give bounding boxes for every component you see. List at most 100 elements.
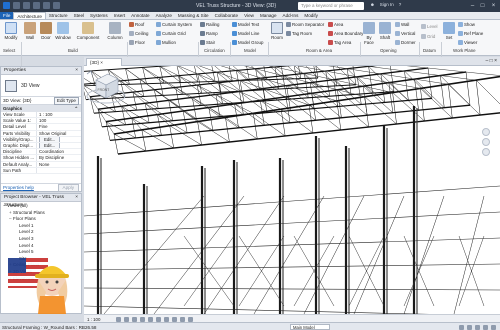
pan-icon[interactable] <box>482 148 490 156</box>
edit-type-button[interactable]: Edit Type <box>53 96 79 105</box>
active-model-dropdown[interactable]: Main Model <box>290 324 330 330</box>
filter-icon[interactable] <box>491 324 496 330</box>
undo-icon[interactable] <box>33 2 40 9</box>
property-value[interactable]: Edit... <box>37 136 81 142</box>
tab-annotate[interactable]: Annotate <box>128 12 152 19</box>
wall-button[interactable]: Wall <box>23 22 37 40</box>
property-value[interactable]: 1 : 100 <box>37 112 81 117</box>
window-button[interactable]: Window <box>54 22 72 40</box>
reveal-hidden-icon[interactable] <box>188 316 193 322</box>
show-crop-icon[interactable] <box>164 316 169 322</box>
browser-node[interactable]: Level 4 <box>1 243 81 250</box>
worksets-icon[interactable] <box>459 324 464 330</box>
tab-steel[interactable]: Steel <box>71 12 87 19</box>
column-button[interactable]: Column <box>106 22 124 40</box>
zoom-icon[interactable] <box>482 138 490 146</box>
visual-style-icon[interactable] <box>124 316 129 322</box>
select-links-icon[interactable] <box>475 324 480 330</box>
model-line-button[interactable]: Model Line <box>232 31 259 36</box>
shaft-button[interactable]: Shaft <box>378 22 392 40</box>
tab-manage[interactable]: Manage <box>257 12 280 19</box>
view-window-controls[interactable]: – □ × <box>486 58 498 64</box>
vertical-opening-button[interactable]: Vertical <box>395 31 415 36</box>
tab-insert[interactable]: Insert <box>111 12 129 19</box>
crop-view-icon[interactable] <box>156 316 161 322</box>
stair-button[interactable]: Stair <box>200 40 215 45</box>
floor-button[interactable]: Floor <box>129 40 145 45</box>
close-icon[interactable]: × <box>75 194 78 202</box>
tab-architecture[interactable]: Architecture <box>13 12 46 19</box>
view-selector[interactable]: 3D View: {3D} <box>3 98 32 103</box>
railing-button[interactable]: Railing <box>200 22 219 27</box>
steering-wheel-icon[interactable] <box>482 128 490 136</box>
viewcube-icon[interactable]: FRONT <box>84 66 128 106</box>
edit-button[interactable]: Edit... <box>39 136 61 142</box>
lock-3d-view-icon[interactable] <box>172 316 177 322</box>
model-text-button[interactable]: Model Text <box>232 22 259 27</box>
tab-file[interactable]: File <box>0 12 14 19</box>
edit-button[interactable]: Edit... <box>39 142 61 149</box>
group-select[interactable]: Select <box>3 48 15 53</box>
user-icon[interactable]: ☻ <box>370 2 375 7</box>
area-boundary-button[interactable]: Area Boundary <box>328 31 363 36</box>
apply-button[interactable]: Apply <box>57 183 79 192</box>
browser-node[interactable]: Level 2 <box>1 229 81 236</box>
help-icon[interactable]: ? <box>399 2 402 7</box>
view-tab-3d[interactable]: {3D} × <box>86 58 122 66</box>
model-group-button[interactable]: Model Group <box>232 40 263 45</box>
property-value[interactable]: Edit... <box>37 142 81 149</box>
level-button[interactable]: Level <box>421 24 438 29</box>
type-selector[interactable]: 3D View <box>1 75 81 97</box>
browser-node[interactable]: +Structural Plans <box>1 210 81 217</box>
close-icon[interactable]: × <box>100 60 103 65</box>
mullion-button[interactable]: Mullion <box>156 40 176 45</box>
ceiling-button[interactable]: Ceiling <box>129 31 148 36</box>
maximize-button[interactable]: □ <box>478 2 487 10</box>
by-face-button[interactable]: By Face <box>362 22 376 45</box>
sign-in-link[interactable]: Sign In <box>380 2 394 7</box>
dormer-button[interactable]: Dormer <box>395 40 416 45</box>
property-value[interactable] <box>37 168 81 173</box>
tab-modify[interactable]: Modify <box>301 12 321 19</box>
close-window-button[interactable]: × <box>489 2 498 10</box>
print-icon[interactable] <box>53 2 60 9</box>
set-work-plane-button[interactable]: Set <box>443 22 455 40</box>
property-value[interactable]: Fine <box>37 124 81 129</box>
close-icon[interactable]: × <box>75 67 78 75</box>
ramp-button[interactable]: Ramp <box>200 31 218 36</box>
property-value[interactable]: By Discipline <box>37 155 81 160</box>
tag-room-button[interactable]: Tag Room <box>286 31 312 36</box>
tab-view[interactable]: View <box>241 12 257 19</box>
3d-viewport[interactable]: FRONT <box>84 66 500 314</box>
save-icon[interactable] <box>23 2 30 9</box>
curtain-system-button[interactable]: Curtain System <box>156 22 192 27</box>
sun-path-icon[interactable] <box>132 316 137 322</box>
tab-massing-site[interactable]: Massing & Site <box>175 12 212 19</box>
select-underlay-icon[interactable] <box>483 324 488 330</box>
wall-opening-button[interactable]: Wall <box>395 22 409 27</box>
properties-help-link[interactable]: Properties help <box>3 185 34 190</box>
tab-systems[interactable]: Systems <box>87 12 111 19</box>
grid-button[interactable]: Grid <box>421 34 435 39</box>
detail-level-icon[interactable] <box>116 316 121 322</box>
render-icon[interactable] <box>148 316 153 322</box>
browser-node[interactable]: Level 3 <box>1 236 81 243</box>
tab-collaborate[interactable]: Collaborate <box>212 12 242 19</box>
minimize-button[interactable]: – <box>468 2 477 10</box>
property-value[interactable]: 100 <box>37 118 81 123</box>
tag-area-button[interactable]: Tag Area <box>328 40 351 45</box>
room-button[interactable]: Room <box>270 22 284 40</box>
modify-button[interactable]: Modify <box>3 22 19 40</box>
curtain-grid-button[interactable]: Curtain Grid <box>156 31 186 36</box>
view-scale[interactable]: 1 : 100 <box>87 317 100 322</box>
property-value[interactable]: Show Original <box>37 131 81 136</box>
design-options-icon[interactable] <box>467 324 472 330</box>
search-input[interactable]: Type a keyword or phrase <box>298 2 364 10</box>
viewer-button[interactable]: Viewer <box>458 40 477 45</box>
property-value[interactable]: None <box>37 162 81 167</box>
door-button[interactable]: Door <box>39 22 53 40</box>
tab-analyze[interactable]: Analyze <box>153 12 175 19</box>
graphics-section[interactable]: Graphics ⌃ <box>1 105 81 112</box>
component-button[interactable]: Component <box>75 22 101 40</box>
browser-node[interactable]: Level 1 <box>1 223 81 230</box>
